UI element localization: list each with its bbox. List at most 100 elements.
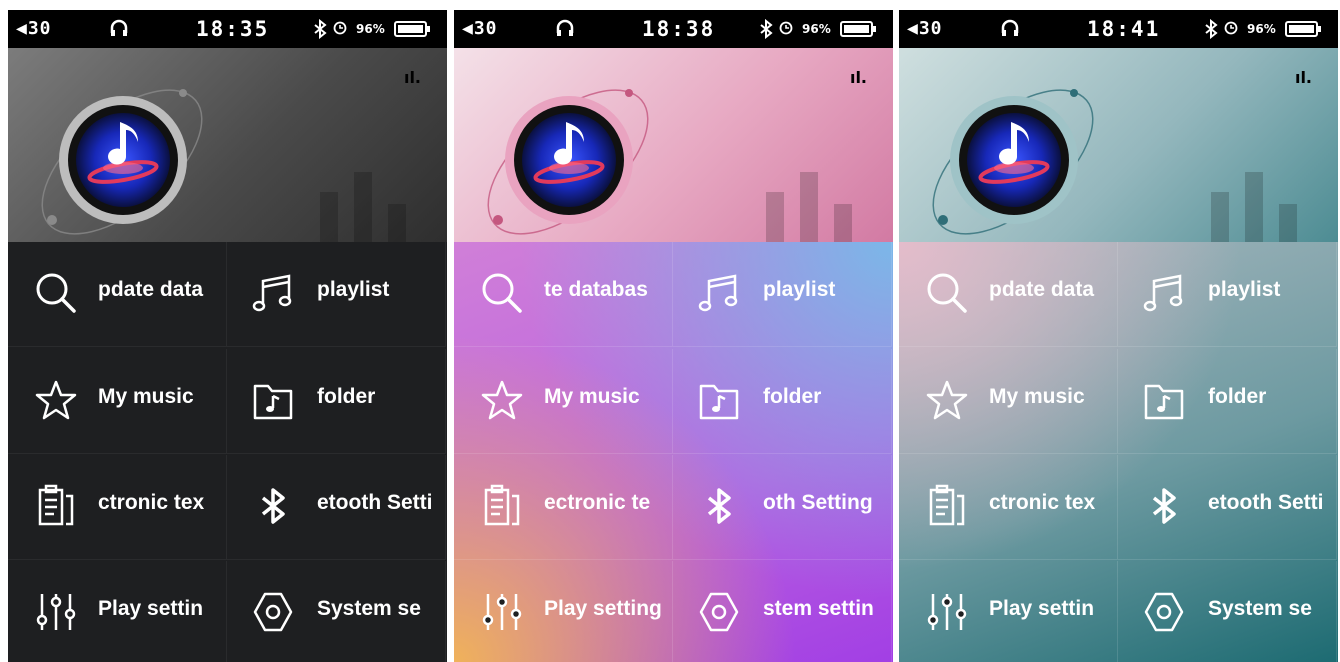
menu-item-search[interactable]: pdate data bbox=[899, 242, 1118, 347]
folder-music-icon bbox=[251, 378, 295, 422]
now-playing-header: ıl. bbox=[899, 48, 1338, 242]
status-bar: ◀30 18:35 96% bbox=[8, 10, 447, 48]
star-icon bbox=[34, 378, 78, 422]
bluetooth-icon bbox=[251, 484, 295, 528]
music-note-icon bbox=[1142, 271, 1186, 315]
battery-icon bbox=[840, 21, 876, 37]
menu-item-star[interactable]: My music bbox=[899, 349, 1118, 454]
menu-item-label: etooth Setti bbox=[1208, 491, 1324, 514]
headphones-icon bbox=[556, 19, 574, 36]
battery-icon bbox=[1285, 21, 1321, 37]
menu-item-label: ectronic te bbox=[544, 491, 651, 514]
menu-item-label: My music bbox=[989, 385, 1085, 408]
menu-item-label: folder bbox=[317, 385, 376, 408]
album-art-disc[interactable] bbox=[921, 70, 1111, 245]
timer-icon bbox=[1224, 21, 1238, 35]
player-screen-pink: ◀30 18:38 96% ıl. te databas playlist My… bbox=[454, 10, 893, 662]
headphones-icon bbox=[1001, 19, 1019, 36]
menu-item-label: pdate data bbox=[98, 278, 204, 301]
main-menu-grid: pdate data playlist My music folder ctronic … bbox=[899, 242, 1338, 662]
menu-item-search[interactable]: te databas bbox=[454, 242, 673, 347]
menu-item-label: ctronic tex bbox=[989, 491, 1096, 514]
equalizer-bars-decoration bbox=[766, 158, 866, 242]
menu-item-equalizer[interactable]: Play settin bbox=[899, 561, 1118, 662]
menu-item-document[interactable]: ctronic tex bbox=[8, 455, 227, 560]
menu-item-label: oth Setting bbox=[763, 491, 873, 514]
timer-icon bbox=[333, 21, 347, 35]
menu-item-label: ctronic tex bbox=[98, 491, 205, 514]
signal-icon: ıl. bbox=[1294, 68, 1312, 87]
menu-item-music-note[interactable]: playlist bbox=[227, 242, 446, 347]
equalizer-bars-decoration bbox=[320, 158, 420, 242]
menu-item-folder-music[interactable]: folder bbox=[673, 349, 892, 454]
menu-item-bluetooth[interactable]: etooth Setti bbox=[227, 455, 446, 560]
document-icon bbox=[480, 484, 524, 528]
headphones-icon bbox=[110, 19, 128, 36]
gear-icon bbox=[1142, 590, 1186, 634]
main-menu-grid: te databas playlist My music folder ectronic… bbox=[454, 242, 893, 662]
menu-item-label: System se bbox=[317, 597, 421, 620]
menu-item-label: folder bbox=[1208, 385, 1267, 408]
equalizer-bars-decoration bbox=[1211, 158, 1311, 242]
signal-icon: ıl. bbox=[403, 68, 421, 87]
bluetooth-status-icon bbox=[314, 19, 327, 39]
menu-item-equalizer[interactable]: Play setting bbox=[454, 561, 673, 662]
timer-icon bbox=[779, 21, 793, 35]
player-screen-teal: ◀30 18:41 96% ıl. pdate data playlist My… bbox=[899, 10, 1338, 662]
menu-item-star[interactable]: My music bbox=[454, 349, 673, 454]
album-art-disc[interactable] bbox=[476, 70, 666, 245]
now-playing-header: ıl. bbox=[8, 48, 447, 242]
menu-item-label: playlist bbox=[317, 278, 390, 301]
status-bar: ◀30 18:38 96% bbox=[454, 10, 893, 48]
main-menu-grid: pdate data playlist My music folder ctronic … bbox=[8, 242, 447, 662]
equalizer-icon bbox=[925, 590, 969, 634]
menu-item-music-note[interactable]: playlist bbox=[1118, 242, 1337, 347]
menu-item-gear[interactable]: System se bbox=[227, 561, 446, 662]
album-art-disc[interactable] bbox=[30, 70, 220, 245]
menu-item-label: playlist bbox=[1208, 278, 1281, 301]
menu-item-label: playlist bbox=[763, 278, 836, 301]
volume-indicator: ◀30 bbox=[462, 18, 498, 39]
gear-icon bbox=[697, 590, 741, 634]
document-icon bbox=[34, 484, 78, 528]
star-icon bbox=[480, 378, 524, 422]
menu-item-document[interactable]: ctronic tex bbox=[899, 455, 1118, 560]
menu-item-folder-music[interactable]: folder bbox=[1118, 349, 1337, 454]
menu-item-label: te databas bbox=[544, 278, 648, 301]
menu-item-gear[interactable]: System se bbox=[1118, 561, 1337, 662]
bluetooth-status-icon bbox=[1205, 19, 1218, 39]
signal-icon: ıl. bbox=[849, 68, 867, 87]
status-time: 18:38 bbox=[642, 17, 716, 41]
menu-item-folder-music[interactable]: folder bbox=[227, 349, 446, 454]
volume-indicator: ◀30 bbox=[907, 18, 943, 39]
menu-item-document[interactable]: ectronic te bbox=[454, 455, 673, 560]
battery-percent: 96% bbox=[1247, 22, 1276, 36]
status-time: 18:35 bbox=[196, 17, 270, 41]
menu-item-label: stem settin bbox=[763, 597, 874, 620]
menu-item-label: My music bbox=[98, 385, 194, 408]
menu-item-label: System se bbox=[1208, 597, 1312, 620]
menu-item-bluetooth[interactable]: etooth Setti bbox=[1118, 455, 1337, 560]
menu-item-equalizer[interactable]: Play settin bbox=[8, 561, 227, 662]
music-note-icon bbox=[697, 271, 741, 315]
document-icon bbox=[925, 484, 969, 528]
search-icon bbox=[34, 271, 78, 315]
bluetooth-status-icon bbox=[760, 19, 773, 39]
menu-item-star[interactable]: My music bbox=[8, 349, 227, 454]
menu-item-gear[interactable]: stem settin bbox=[673, 561, 892, 662]
gear-icon bbox=[251, 590, 295, 634]
menu-item-label: Play settin bbox=[98, 597, 204, 620]
now-playing-header: ıl. bbox=[454, 48, 893, 242]
music-note-icon bbox=[251, 271, 295, 315]
player-screen-dark: ◀30 18:35 96% ıl. pdate data playlist My… bbox=[8, 10, 447, 662]
status-time: 18:41 bbox=[1087, 17, 1161, 41]
menu-item-bluetooth[interactable]: oth Setting bbox=[673, 455, 892, 560]
menu-item-label: etooth Setti bbox=[317, 491, 433, 514]
equalizer-icon bbox=[34, 590, 78, 634]
menu-item-label: My music bbox=[544, 385, 640, 408]
menu-item-search[interactable]: pdate data bbox=[8, 242, 227, 347]
volume-indicator: ◀30 bbox=[16, 18, 52, 39]
menu-item-music-note[interactable]: playlist bbox=[673, 242, 892, 347]
bluetooth-icon bbox=[1142, 484, 1186, 528]
search-icon bbox=[925, 271, 969, 315]
